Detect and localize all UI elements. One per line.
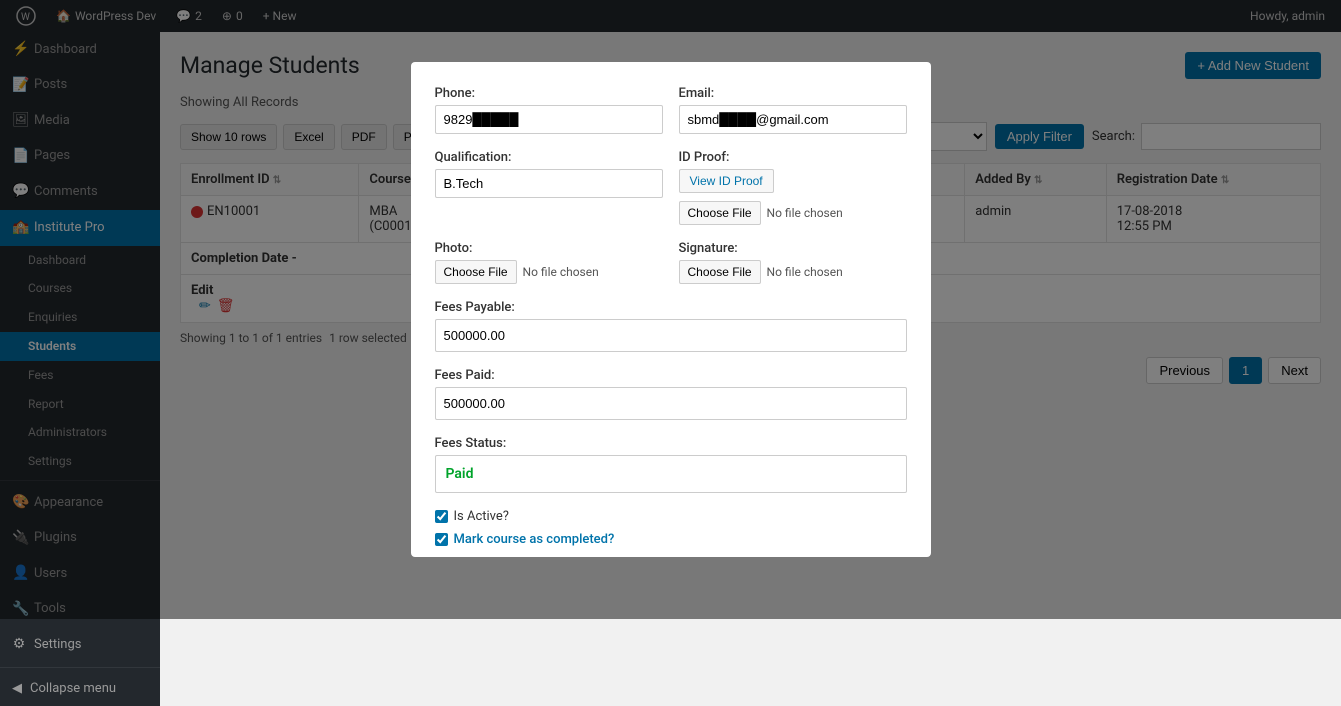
- is-active-label: Is Active?: [454, 509, 509, 524]
- fees-payable-section: Fees Payable:: [435, 300, 907, 352]
- qualification-input[interactable]: [435, 169, 663, 198]
- qualification-idproof-row: Qualification: ID Proof: View ID Proof C…: [435, 150, 907, 225]
- settings-icon: ⚙: [12, 635, 26, 655]
- idproof-label: ID Proof:: [679, 150, 907, 165]
- email-group: Email:: [679, 86, 907, 134]
- modal-overlay: Phone: Email: Qualification: ID Proof: V…: [0, 0, 1341, 619]
- qualification-group: Qualification:: [435, 150, 663, 225]
- signature-group: Signature: Choose File No file chosen: [679, 241, 907, 284]
- choose-file-photo-button[interactable]: Choose File: [435, 260, 517, 284]
- phone-group: Phone:: [435, 86, 663, 134]
- no-file-idproof-text: No file chosen: [767, 206, 843, 220]
- collapse-menu-item[interactable]: ◀ Collapse menu: [0, 672, 160, 706]
- photo-label: Photo:: [435, 241, 663, 256]
- phone-label: Phone:: [435, 86, 663, 101]
- fees-paid-section: Fees Paid:: [435, 368, 907, 420]
- fees-paid-label: Fees Paid:: [435, 368, 907, 383]
- idproof-group: ID Proof: View ID Proof Choose File No f…: [679, 150, 907, 225]
- fees-status-value: Paid: [435, 455, 907, 493]
- email-input[interactable]: [679, 105, 907, 134]
- phone-email-row: Phone: Email:: [435, 86, 907, 134]
- photo-group: Photo: Choose File No file chosen: [435, 241, 663, 284]
- photo-signature-row: Photo: Choose File No file chosen Signat…: [435, 241, 907, 284]
- fees-payable-input[interactable]: [435, 319, 907, 352]
- fees-status-label: Fees Status:: [435, 436, 907, 451]
- fees-paid-input[interactable]: [435, 387, 907, 420]
- is-active-row: Is Active?: [435, 509, 907, 524]
- is-active-checkbox[interactable]: [435, 510, 448, 523]
- no-file-signature-text: No file chosen: [767, 265, 843, 279]
- sidebar-item-settings-main[interactable]: ⚙ Settings: [0, 627, 160, 663]
- mark-completed-checkbox[interactable]: [435, 533, 448, 546]
- fees-payable-label: Fees Payable:: [435, 300, 907, 315]
- fees-status-section: Fees Status: Paid: [435, 436, 907, 493]
- phone-input[interactable]: [435, 105, 663, 134]
- choose-file-idproof-button[interactable]: Choose File: [679, 201, 761, 225]
- view-id-proof-button[interactable]: View ID Proof: [679, 169, 774, 193]
- choose-file-signature-button[interactable]: Choose File: [679, 260, 761, 284]
- modal-box: Phone: Email: Qualification: ID Proof: V…: [411, 62, 931, 557]
- signature-label: Signature:: [679, 241, 907, 256]
- no-file-photo-text: No file chosen: [523, 265, 599, 279]
- collapse-icon: ◀: [12, 680, 22, 698]
- email-label: Email:: [679, 86, 907, 101]
- mark-completed-label: Mark course as completed?: [454, 532, 615, 547]
- qualification-label: Qualification:: [435, 150, 663, 165]
- mark-completed-row: Mark course as completed?: [435, 532, 907, 547]
